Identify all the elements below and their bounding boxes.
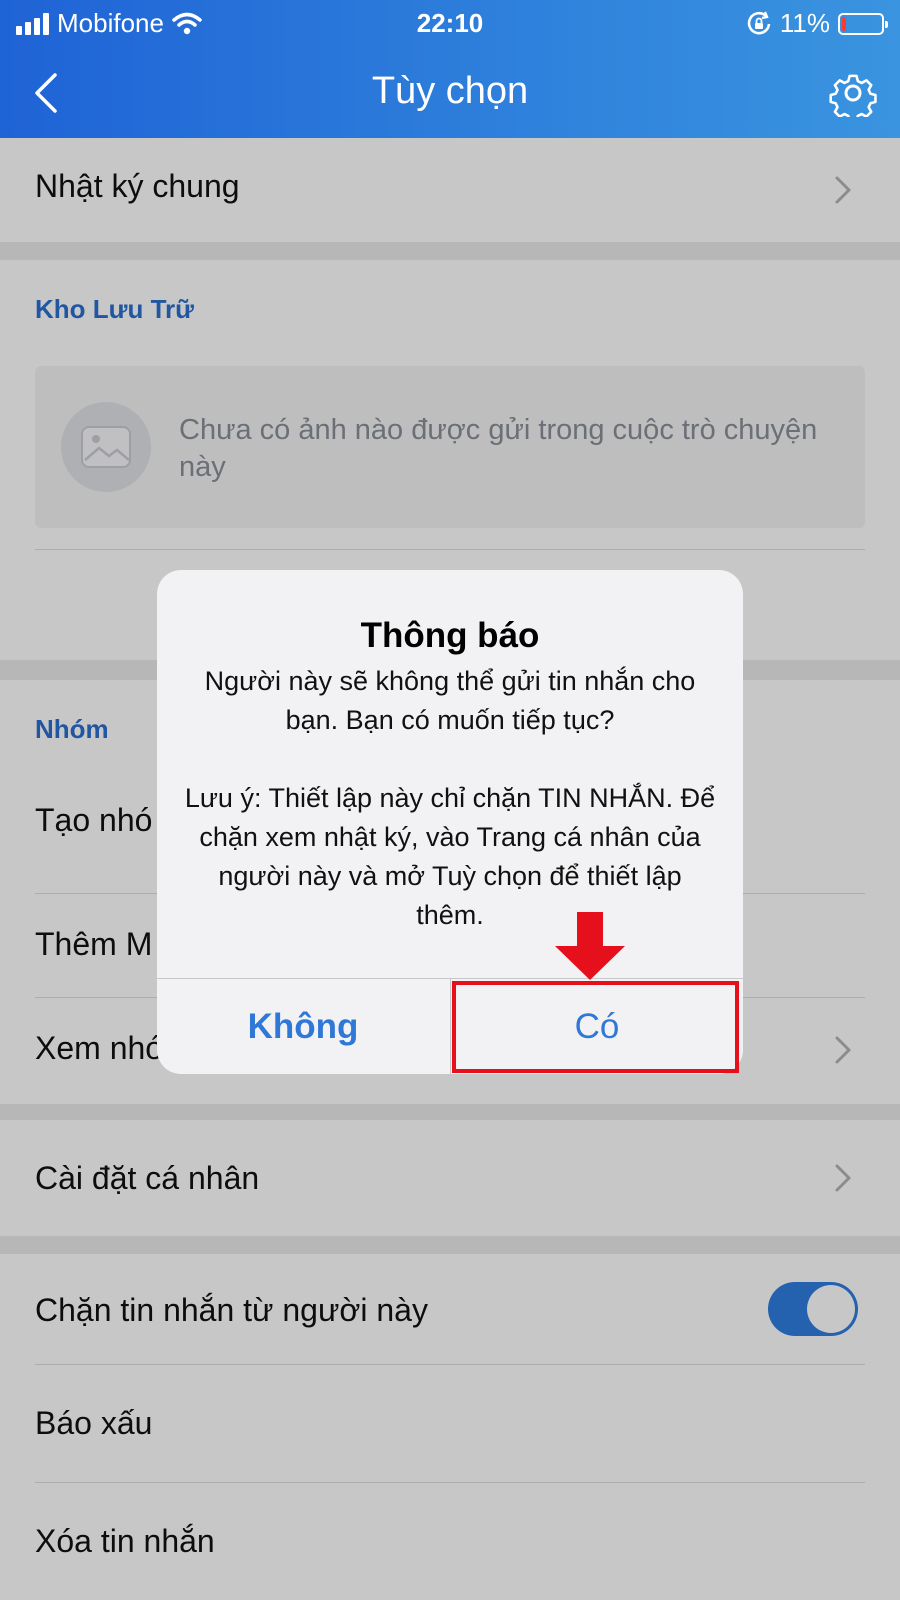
screen: Mobifone 22:10 11% Tùy chọn Nhật ký chun… [0, 0, 900, 1600]
alert-title: Thông báo [360, 616, 540, 655]
status-bar: Mobifone 22:10 11% [0, 0, 900, 44]
gear-icon [829, 74, 877, 117]
page-title: Tùy chọn [371, 70, 529, 112]
alert-message-text: Người này sẽ không thể gửi tin nhắn cho … [204, 666, 696, 735]
status-right: 11% [746, 8, 888, 39]
battery-percent: 11% [779, 8, 830, 38]
alert-note-text: Lưu ý: Thiết lập này chỉ chặn TIN NHẮN. … [184, 783, 716, 930]
no-button[interactable]: Không [157, 979, 449, 1074]
battery-fill [842, 16, 846, 31]
red-arrow-icon [555, 912, 625, 980]
nav-bar: Tùy chọn [0, 50, 900, 134]
header: Mobifone 22:10 11% Tùy chọn [0, 0, 900, 138]
settings-button[interactable] [826, 66, 880, 120]
rotation-lock-icon [747, 11, 771, 34]
battery-icon [838, 12, 888, 35]
alert-message: Người này sẽ không thể gửi tin nhắn cho … [181, 662, 719, 935]
annotation-highlight-box [452, 981, 739, 1073]
